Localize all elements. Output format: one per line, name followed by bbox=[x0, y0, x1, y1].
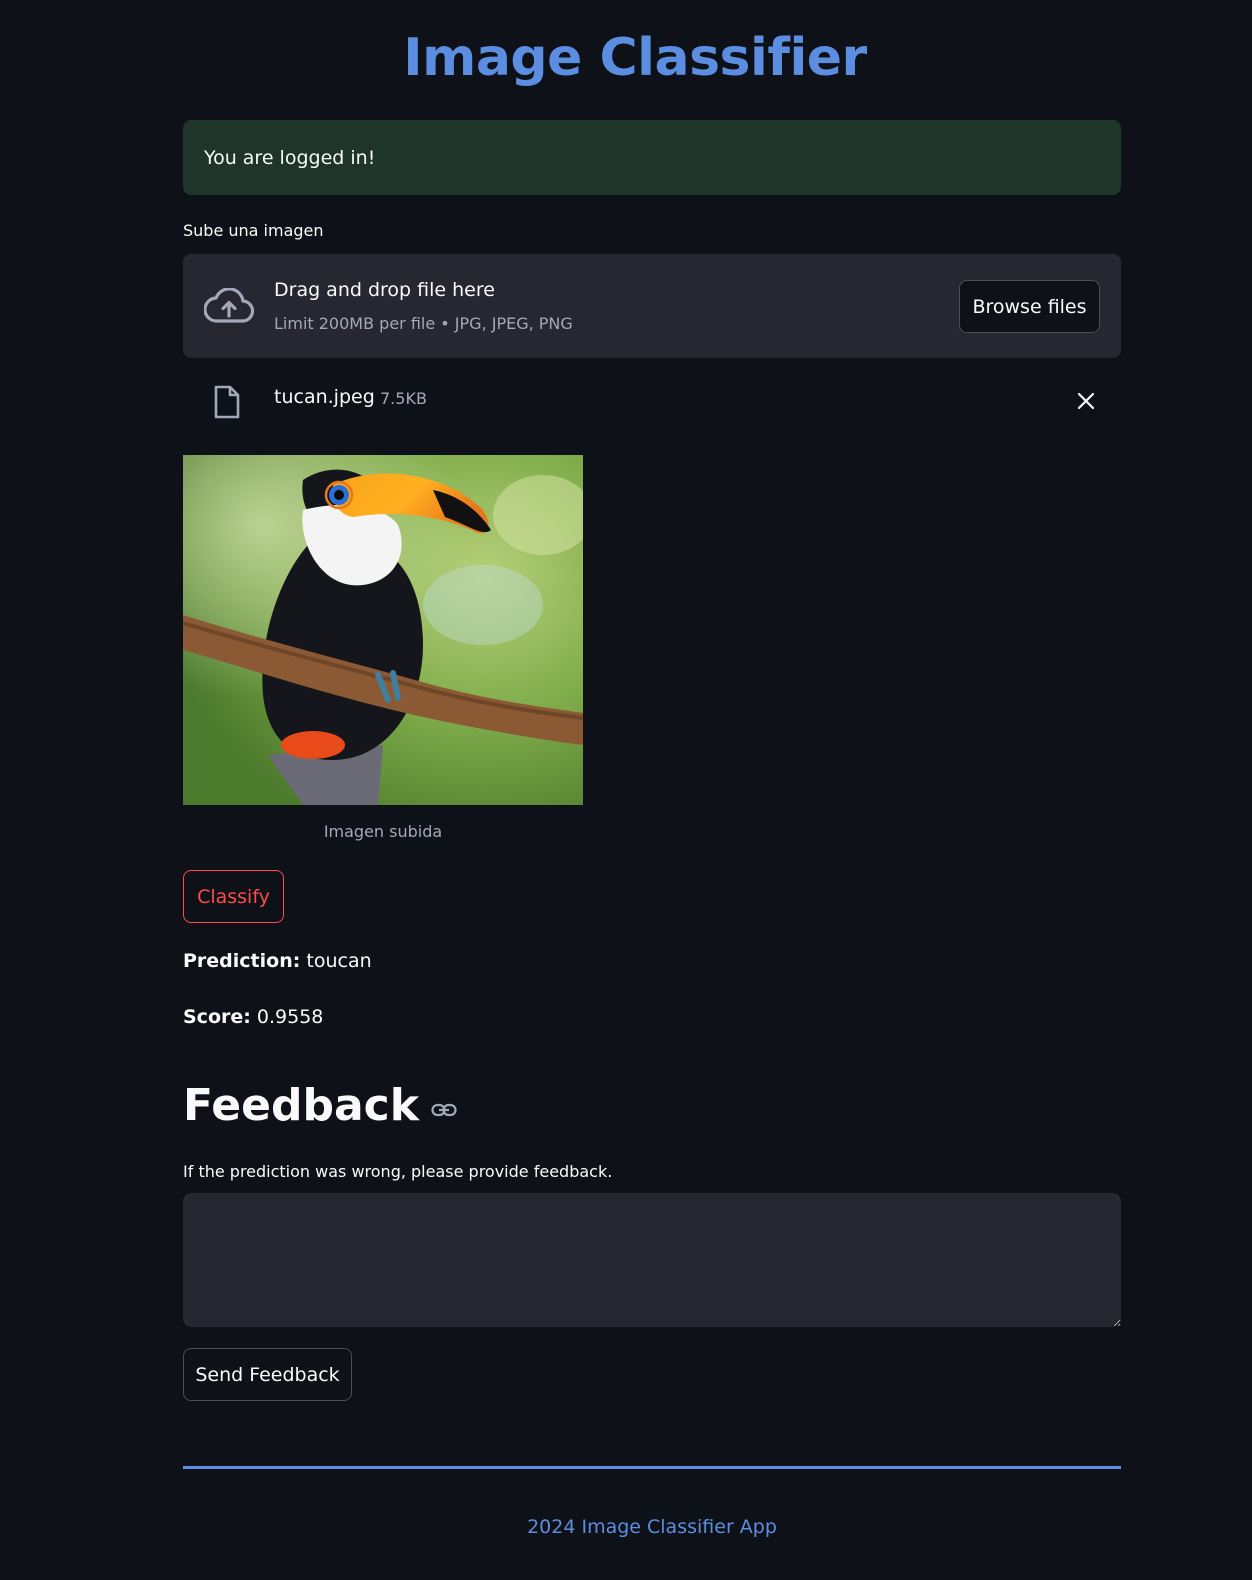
feedback-prompt: If the prediction was wrong, please prov… bbox=[183, 1162, 613, 1181]
upload-limit-text: Limit 200MB per file • JPG, JPEG, PNG bbox=[274, 314, 573, 333]
prediction-value: toucan bbox=[306, 950, 372, 972]
classify-button[interactable]: Classify bbox=[183, 870, 284, 923]
footer-text: 2024 Image Classifier App bbox=[527, 1516, 777, 1538]
toucan-image bbox=[183, 455, 583, 805]
browse-files-button[interactable]: Browse files bbox=[959, 280, 1100, 333]
feedback-textarea[interactable] bbox=[183, 1193, 1121, 1327]
close-icon bbox=[1077, 392, 1095, 410]
uploader-label: Sube una imagen bbox=[183, 221, 324, 240]
drop-instructions: Drag and drop file here bbox=[274, 279, 495, 301]
cloud-upload-icon bbox=[204, 288, 254, 323]
file-icon bbox=[214, 385, 240, 419]
prediction-result: Prediction: toucan bbox=[183, 950, 372, 972]
score-label: Score: bbox=[183, 1006, 251, 1028]
remove-file-button[interactable] bbox=[1071, 386, 1101, 416]
success-alert: You are logged in! bbox=[183, 120, 1121, 195]
prediction-label: Prediction: bbox=[183, 950, 301, 972]
score-value: 0.9558 bbox=[256, 1006, 324, 1028]
uploaded-image bbox=[183, 455, 583, 805]
feedback-title: Feedback bbox=[183, 1080, 419, 1131]
page-title: Image Classifier bbox=[403, 28, 867, 88]
file-dropzone[interactable]: Drag and drop file here Limit 200MB per … bbox=[183, 254, 1121, 358]
uploaded-file-name: tucan.jpeg bbox=[274, 386, 375, 408]
uploaded-file-row: tucan.jpeg 7.5KB bbox=[183, 378, 1121, 426]
footer-divider bbox=[183, 1466, 1121, 1469]
score-result: Score: 0.9558 bbox=[183, 1006, 323, 1028]
send-feedback-button[interactable]: Send Feedback bbox=[183, 1348, 352, 1401]
link-icon[interactable] bbox=[431, 1101, 457, 1119]
image-caption: Imagen subida bbox=[323, 822, 443, 841]
alert-text: You are logged in! bbox=[204, 146, 376, 169]
feedback-heading: Feedback bbox=[183, 1080, 457, 1131]
uploaded-file-size: 7.5KB bbox=[380, 389, 427, 408]
